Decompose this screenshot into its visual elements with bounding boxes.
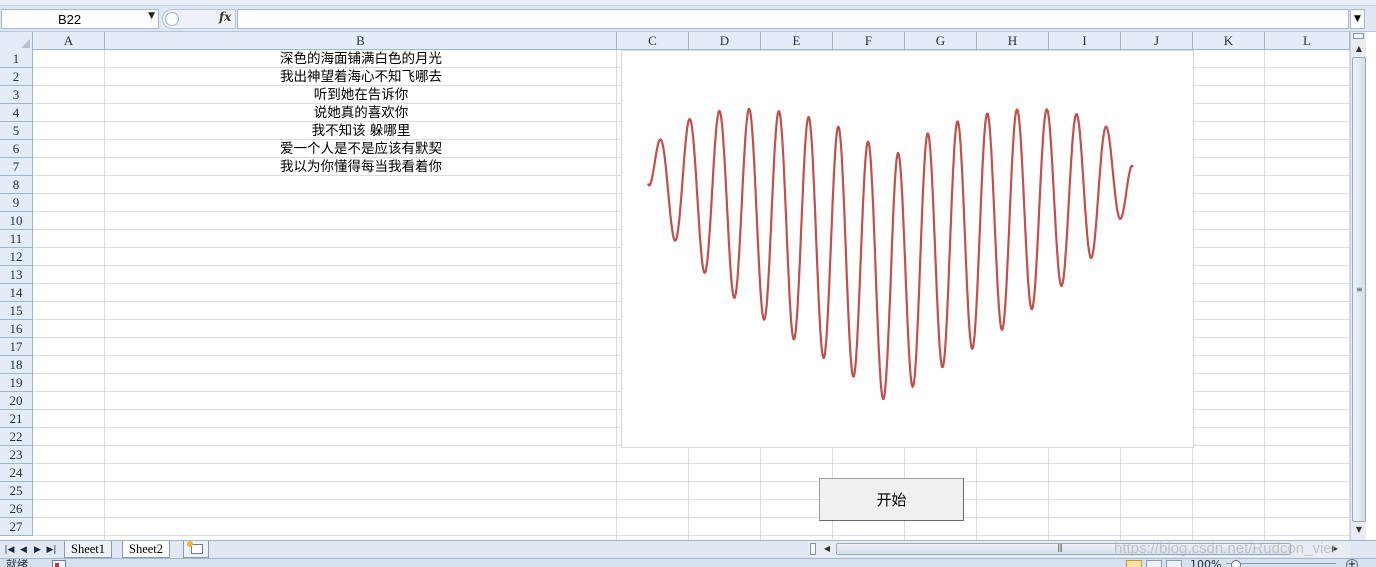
name-box-value: B22 xyxy=(58,12,82,27)
formula-bar: B22 ▼ fx ▼ xyxy=(0,6,1376,32)
macro-record-icon[interactable] xyxy=(52,560,66,567)
horizontal-scrollbar[interactable]: ◀ ||| ▶ xyxy=(808,541,1350,557)
insert-sheet-icon xyxy=(187,541,203,554)
vertical-scroll-thumb[interactable]: ≡ xyxy=(1352,57,1366,522)
row-header-26[interactable]: 26 xyxy=(0,500,33,518)
row-header-25[interactable]: 25 xyxy=(0,482,33,500)
chevron-down-icon[interactable]: ▼ xyxy=(148,11,155,21)
grid-line xyxy=(1264,50,1265,540)
row-header-9[interactable]: 9 xyxy=(0,194,33,212)
column-header-k[interactable]: K xyxy=(1193,32,1265,50)
cell-b4[interactable]: 说她真的喜欢你 xyxy=(105,104,617,122)
zoom-level[interactable]: 100% xyxy=(1190,559,1221,567)
row-header-18[interactable]: 18 xyxy=(0,356,33,374)
row-header-17[interactable]: 17 xyxy=(0,338,33,356)
series-line[interactable] xyxy=(646,107,1135,401)
scroll-up-icon[interactable]: ▲ xyxy=(1352,42,1366,56)
formula-tools: fx xyxy=(162,9,236,29)
cell-b2[interactable]: 我出神望着海心不知飞哪去 xyxy=(105,68,617,86)
column-header-l[interactable]: L xyxy=(1265,32,1350,50)
grip-icon: ≡ xyxy=(1356,285,1363,294)
insert-sheet-button[interactable] xyxy=(183,541,209,558)
row-header-19[interactable]: 19 xyxy=(0,374,33,392)
column-header-h[interactable]: H xyxy=(977,32,1049,50)
formula-input[interactable] xyxy=(237,9,1349,29)
row-header-16[interactable]: 16 xyxy=(0,320,33,338)
column-header-e[interactable]: E xyxy=(761,32,833,50)
column-header-a[interactable]: A xyxy=(33,32,105,50)
row-header-21[interactable]: 21 xyxy=(0,410,33,428)
sheet-tab-sheet1[interactable]: Sheet1 xyxy=(64,541,113,558)
row-header-8[interactable]: 8 xyxy=(0,176,33,194)
first-sheet-icon[interactable]: |◀ xyxy=(3,542,16,558)
cell-b3[interactable]: 听到她在告诉你 xyxy=(105,86,617,104)
scroll-down-icon[interactable]: ▼ xyxy=(1352,523,1366,537)
row-header-23[interactable]: 23 xyxy=(0,446,33,464)
column-headers: ABCDEFGHIJKL xyxy=(0,32,1350,50)
next-sheet-icon[interactable]: ▶ xyxy=(31,542,44,558)
column-header-c[interactable]: C xyxy=(617,32,689,50)
status-bar: 就绪 100% + xyxy=(0,558,1376,567)
zoom-slider[interactable] xyxy=(1226,563,1336,564)
row-header-4[interactable]: 4 xyxy=(0,104,33,122)
scroll-right-icon[interactable]: ▶ xyxy=(1328,542,1342,556)
page-layout-view-icon[interactable] xyxy=(1146,560,1162,567)
cell-b6[interactable]: 爱一个人是不是应该有默契 xyxy=(105,140,617,158)
column-header-i[interactable]: I xyxy=(1049,32,1121,50)
normal-view-icon[interactable] xyxy=(1126,560,1142,567)
column-header-b[interactable]: B xyxy=(105,32,617,50)
row-header-14[interactable]: 14 xyxy=(0,284,33,302)
row-header-1[interactable]: 1 xyxy=(0,50,33,68)
column-header-g[interactable]: G xyxy=(905,32,977,50)
row-header-12[interactable]: 12 xyxy=(0,248,33,266)
row-header-10[interactable]: 10 xyxy=(0,212,33,230)
column-header-f[interactable]: F xyxy=(833,32,905,50)
row-header-22[interactable]: 22 xyxy=(0,428,33,446)
chart-plot xyxy=(646,107,1135,401)
row-header-2[interactable]: 2 xyxy=(0,68,33,86)
scroll-left-icon[interactable]: ◀ xyxy=(820,542,834,556)
start-button[interactable]: 开始 xyxy=(819,478,964,521)
column-header-j[interactable]: J xyxy=(1121,32,1193,50)
grip-icon: ||| xyxy=(1057,543,1063,552)
prev-sheet-icon[interactable]: ◀ xyxy=(17,542,30,558)
cell-b7[interactable]: 我以为你懂得每当我看着你 xyxy=(105,158,617,176)
column-header-d[interactable]: D xyxy=(689,32,761,50)
split-handle-icon[interactable] xyxy=(810,543,816,555)
row-header-6[interactable]: 6 xyxy=(0,140,33,158)
split-handle-icon[interactable] xyxy=(1353,33,1364,39)
function-icon[interactable]: fx xyxy=(219,10,231,24)
vertical-scrollbar[interactable]: ▲ ≡ ▼ xyxy=(1350,32,1366,540)
cell-b5[interactable]: 我不知该 躲哪里 xyxy=(105,122,617,140)
row-header-27[interactable]: 27 xyxy=(0,518,33,536)
expand-formula-bar-button[interactable]: ▼ xyxy=(1350,9,1365,29)
row-header-11[interactable]: 11 xyxy=(0,230,33,248)
row-header-5[interactable]: 5 xyxy=(0,122,33,140)
row-header-15[interactable]: 15 xyxy=(0,302,33,320)
horizontal-scroll-thumb[interactable]: ||| xyxy=(836,543,1291,555)
zoom-in-icon[interactable]: + xyxy=(1346,559,1358,567)
zoom-slider-knob[interactable] xyxy=(1231,560,1241,567)
cell-b1[interactable]: 深色的海面铺满白色的月光 xyxy=(105,50,617,68)
select-all-button[interactable] xyxy=(0,32,33,50)
resize-handle-icon[interactable] xyxy=(165,12,179,26)
last-sheet-icon[interactable]: ▶| xyxy=(45,542,58,558)
row-header-7[interactable]: 7 xyxy=(0,158,33,176)
page-break-view-icon[interactable] xyxy=(1166,560,1182,567)
row-header-13[interactable]: 13 xyxy=(0,266,33,284)
name-box[interactable]: B22 ▼ xyxy=(1,9,159,29)
row-header-3[interactable]: 3 xyxy=(0,86,33,104)
row-header-24[interactable]: 24 xyxy=(0,464,33,482)
status-ready: 就绪 xyxy=(6,558,28,567)
row-header-20[interactable]: 20 xyxy=(0,392,33,410)
sheet-tab-sheet2[interactable]: Sheet2 xyxy=(122,541,171,558)
line-chart[interactable] xyxy=(621,50,1194,448)
